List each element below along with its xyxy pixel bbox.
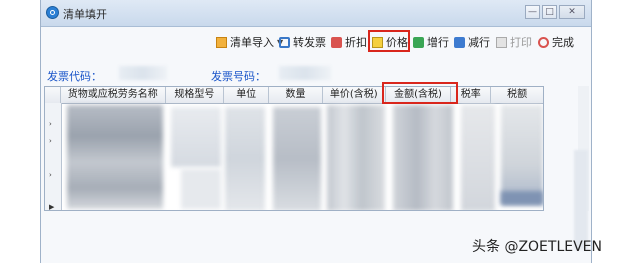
discount-icon bbox=[331, 36, 342, 48]
table-body-redacted bbox=[61, 103, 543, 210]
app-icon bbox=[46, 6, 59, 19]
add-row-label: 增行 bbox=[427, 36, 449, 49]
printer-icon bbox=[496, 36, 507, 48]
column-header[interactable]: 单价(含税) bbox=[323, 87, 386, 103]
print-label: 打印 bbox=[510, 36, 532, 49]
minimize-button[interactable]: — bbox=[525, 5, 540, 19]
maximize-button[interactable]: □ bbox=[542, 5, 557, 19]
table-header: 货物或应税劳务名称 规格型号 单位 数量 单价(含税) 金额(含税) 税率 税额 bbox=[45, 87, 543, 104]
side-blur bbox=[574, 150, 588, 250]
list-import-label: 清单导入 bbox=[230, 36, 274, 49]
print-button[interactable]: 打印 bbox=[496, 33, 532, 51]
discount-label: 折扣 bbox=[345, 36, 367, 49]
title-bar: 清单填开 — □ ✕ bbox=[41, 0, 591, 27]
convert-invoice-button[interactable]: 转发票 bbox=[279, 33, 326, 51]
delete-row-button[interactable]: 减行 bbox=[454, 33, 490, 51]
convert-icon bbox=[279, 36, 290, 48]
invoice-number-value-redacted bbox=[279, 66, 331, 80]
delete-row-label: 减行 bbox=[468, 36, 490, 49]
finish-button[interactable]: 完成 bbox=[538, 33, 574, 51]
convert-invoice-label: 转发票 bbox=[293, 36, 326, 49]
close-button[interactable]: ✕ bbox=[559, 5, 585, 19]
goods-table: 货物或应税劳务名称 规格型号 单位 数量 单价(含税) 金额(含税) 税率 税额… bbox=[44, 86, 544, 211]
add-row-button[interactable]: 增行 bbox=[413, 33, 449, 51]
column-header[interactable]: 税额 bbox=[491, 87, 543, 103]
column-header[interactable]: 数量 bbox=[269, 87, 323, 103]
column-header[interactable]: 单位 bbox=[224, 87, 270, 103]
invoice-code-label: 发票代码： bbox=[47, 70, 102, 83]
window-title: 清单填开 bbox=[63, 8, 107, 21]
column-header[interactable]: 货物或应税劳务名称 bbox=[61, 87, 166, 103]
row-marker-icon: › bbox=[49, 137, 52, 145]
list-icon bbox=[216, 36, 227, 48]
row-header-strip: › › › ▶ bbox=[45, 103, 62, 210]
row-header-corner bbox=[45, 87, 61, 103]
row-marker-icon: › bbox=[49, 171, 52, 179]
price-highlight-box bbox=[368, 30, 410, 52]
delete-row-icon bbox=[454, 36, 465, 48]
list-fill-window: 清单填开 — □ ✕ 清单导入 ▼ 转发票 折扣 价格 增行 减行 打印 完成 … bbox=[40, 0, 592, 263]
amount-column-highlight-box bbox=[382, 82, 458, 104]
invoice-code-value-redacted bbox=[119, 66, 167, 80]
power-icon bbox=[538, 36, 549, 48]
add-row-icon bbox=[413, 36, 424, 48]
row-marker-icon: ▶ bbox=[49, 203, 55, 211]
row-marker-icon: › bbox=[49, 120, 52, 128]
list-import-button[interactable]: 清单导入 ▼ bbox=[216, 33, 283, 51]
window-controls: — □ ✕ bbox=[525, 5, 585, 19]
discount-button[interactable]: 折扣 bbox=[331, 33, 367, 51]
watermark-text: 头条 @ZOETLEVEN bbox=[472, 239, 602, 255]
finish-label: 完成 bbox=[552, 36, 574, 49]
invoice-number-label: 发票号码： bbox=[211, 70, 266, 83]
column-header[interactable]: 规格型号 bbox=[166, 87, 225, 103]
toolbar: 清单导入 ▼ 转发票 折扣 价格 增行 减行 打印 完成 bbox=[41, 30, 591, 54]
